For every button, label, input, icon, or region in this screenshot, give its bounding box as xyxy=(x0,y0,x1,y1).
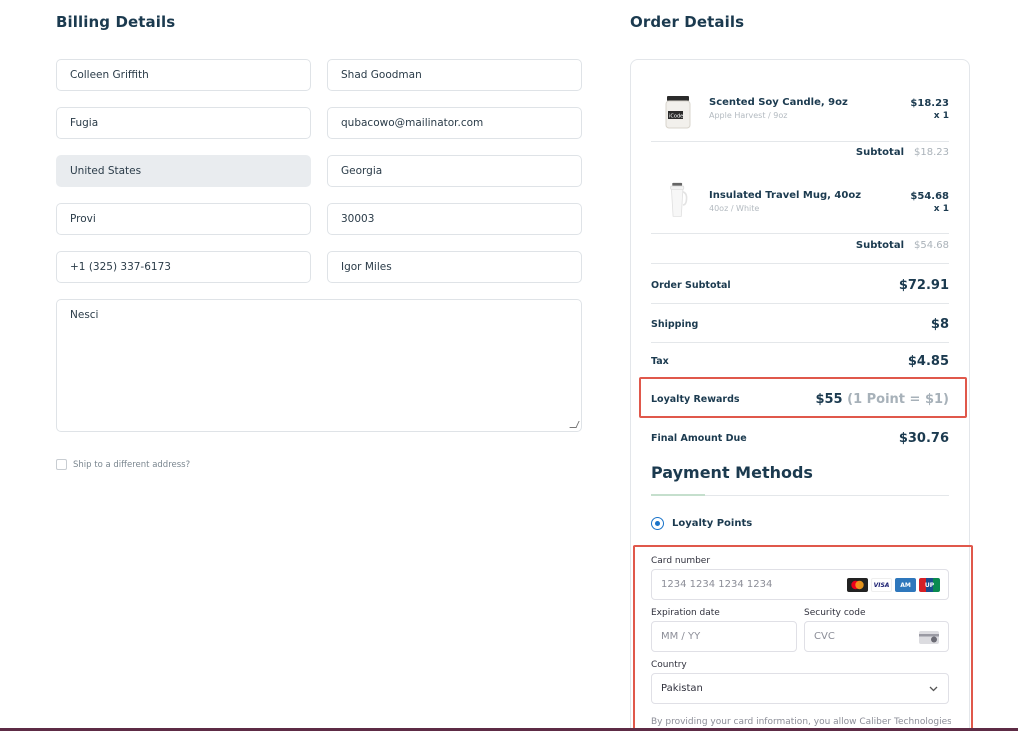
order-subtotal-label: Order Subtotal xyxy=(651,279,731,291)
title-underline xyxy=(651,494,705,496)
billing-title: Billing Details xyxy=(56,13,176,31)
company-field[interactable]: Fugia xyxy=(56,107,311,139)
payment-method-label: Loyalty Points xyxy=(672,518,753,529)
order-subtotal-row: Order Subtotal $72.91 xyxy=(651,275,949,295)
item-subtotal-row: Subtotal $18.23 xyxy=(651,147,949,163)
divider xyxy=(651,233,949,234)
divider xyxy=(651,263,949,264)
shipping-label: Shipping xyxy=(651,318,699,330)
final-label: Final Amount Due xyxy=(651,432,747,444)
first-name-field[interactable]: Colleen Griffith xyxy=(56,59,311,91)
country-field[interactable]: United States xyxy=(56,155,311,187)
last-name-field[interactable]: Shad Goodman xyxy=(327,59,582,91)
city-field[interactable]: Provi xyxy=(56,203,311,235)
zip-field[interactable]: 30003 xyxy=(327,203,582,235)
email-field[interactable]: qubacowo@mailinator.com xyxy=(327,107,582,139)
subtotal-value: $54.68 xyxy=(914,240,949,251)
svg-text:iCode: iCode xyxy=(669,114,683,120)
subtotal-label: Subtotal xyxy=(855,147,904,158)
item-name: Insulated Travel Mug, 40oz xyxy=(709,190,862,201)
divider xyxy=(651,342,949,343)
state-field[interactable]: Georgia xyxy=(327,155,582,187)
order-notes-textarea[interactable]: Nesci xyxy=(56,299,582,432)
final-value: $30.76 xyxy=(898,430,949,446)
shipping-value: $8 xyxy=(930,316,949,332)
loyalty-points-radio[interactable]: Loyalty Points xyxy=(651,517,752,530)
card-form-highlight-box xyxy=(633,545,973,731)
divider xyxy=(651,303,949,304)
divider xyxy=(651,141,949,142)
item-name: Scented Soy Candle, 9oz xyxy=(709,97,848,108)
item-qty: x 1 xyxy=(933,204,949,214)
order-subtotal-value: $72.91 xyxy=(898,277,949,293)
item-variant: 40oz / White xyxy=(709,204,760,213)
order-item: Insulated Travel Mug, 40oz 40oz / White … xyxy=(651,178,949,233)
candle-jar-icon: iCode xyxy=(665,96,691,129)
ship-different-checkbox[interactable]: Ship to a different address? xyxy=(56,459,190,470)
subtotal-label: Subtotal xyxy=(855,240,904,251)
tax-value: $4.85 xyxy=(907,353,949,369)
travel-mug-icon xyxy=(670,182,688,217)
shipping-row: Shipping $8 xyxy=(651,314,949,334)
resize-handle-icon[interactable] xyxy=(569,421,580,428)
final-amount-row: Final Amount Due $30.76 xyxy=(651,428,949,448)
item-price: $18.23 xyxy=(910,98,949,109)
address-field[interactable]: Igor Miles xyxy=(327,251,582,283)
ship-different-label: Ship to a different address? xyxy=(73,459,191,470)
subtotal-value: $18.23 xyxy=(914,147,949,158)
checkbox-icon[interactable] xyxy=(56,459,67,470)
payment-methods-title: Payment Methods xyxy=(651,463,813,482)
order-item: iCode Scented Soy Candle, 9oz Apple Harv… xyxy=(651,90,949,140)
order-notes-text: Nesci xyxy=(70,309,99,321)
order-title: Order Details xyxy=(630,13,745,31)
item-subtotal-row: Subtotal $54.68 xyxy=(651,240,949,256)
tax-label: Tax xyxy=(651,355,669,367)
item-qty: x 1 xyxy=(933,111,949,121)
tax-row: Tax $4.85 xyxy=(651,351,949,371)
phone-field[interactable]: +1 (325) 337-6173 xyxy=(56,251,311,283)
radio-selected-icon[interactable] xyxy=(651,517,664,530)
item-variant: Apple Harvest / 9oz xyxy=(709,111,788,120)
loyalty-highlight-box xyxy=(639,377,967,418)
item-price: $54.68 xyxy=(910,191,949,202)
checkout-page: Billing Details Colleen Griffith Shad Go… xyxy=(0,0,1018,731)
